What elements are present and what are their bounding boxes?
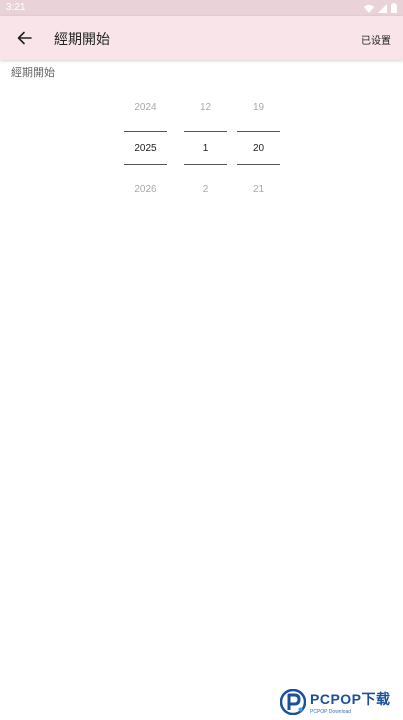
watermark-sub: PCPOP Download	[310, 709, 352, 715]
battery-icon	[391, 3, 397, 13]
status-icons	[364, 3, 397, 13]
arrow-left-icon	[17, 31, 32, 45]
month-next[interactable]: 2	[184, 184, 227, 195]
section-label: 經期開始	[11, 66, 55, 79]
month-selected[interactable]: 1	[184, 143, 227, 154]
app-bar: 經期開始 已设置	[0, 16, 403, 60]
year-prev[interactable]: 2024	[124, 102, 167, 113]
month-divider-top	[184, 131, 227, 132]
watermark-text: PCPOP下载 PCPOP Download	[310, 689, 391, 715]
day-divider-bottom	[237, 164, 280, 165]
month-divider-bottom	[184, 164, 227, 165]
status-bar: 3:21	[0, 0, 403, 16]
year-next[interactable]: 2026	[124, 184, 167, 195]
page-title: 經期開始	[54, 32, 110, 48]
day-next[interactable]: 21	[237, 184, 280, 195]
day-prev[interactable]: 19	[237, 102, 280, 113]
set-button[interactable]: 已设置	[361, 32, 391, 47]
pcpop-logo-icon	[280, 689, 306, 715]
year-divider-top	[124, 131, 167, 132]
status-time: 3:21	[6, 2, 26, 13]
year-selected[interactable]: 2025	[124, 143, 167, 154]
watermark-brand: PCPOP下载	[310, 691, 391, 707]
month-prev[interactable]: 12	[184, 102, 227, 113]
day-divider-top	[237, 131, 280, 132]
year-picker[interactable]: 2024 2025 2026	[124, 92, 167, 204]
back-button[interactable]	[12, 26, 36, 50]
signal-icon	[378, 3, 387, 13]
day-selected[interactable]: 20	[237, 143, 280, 154]
day-picker[interactable]: 19 20 21	[237, 92, 280, 204]
year-divider-bottom	[124, 164, 167, 165]
watermark: PCPOP下载 PCPOP Download	[280, 684, 403, 720]
month-picker[interactable]: 12 1 2	[184, 92, 227, 204]
wifi-icon	[364, 4, 374, 13]
